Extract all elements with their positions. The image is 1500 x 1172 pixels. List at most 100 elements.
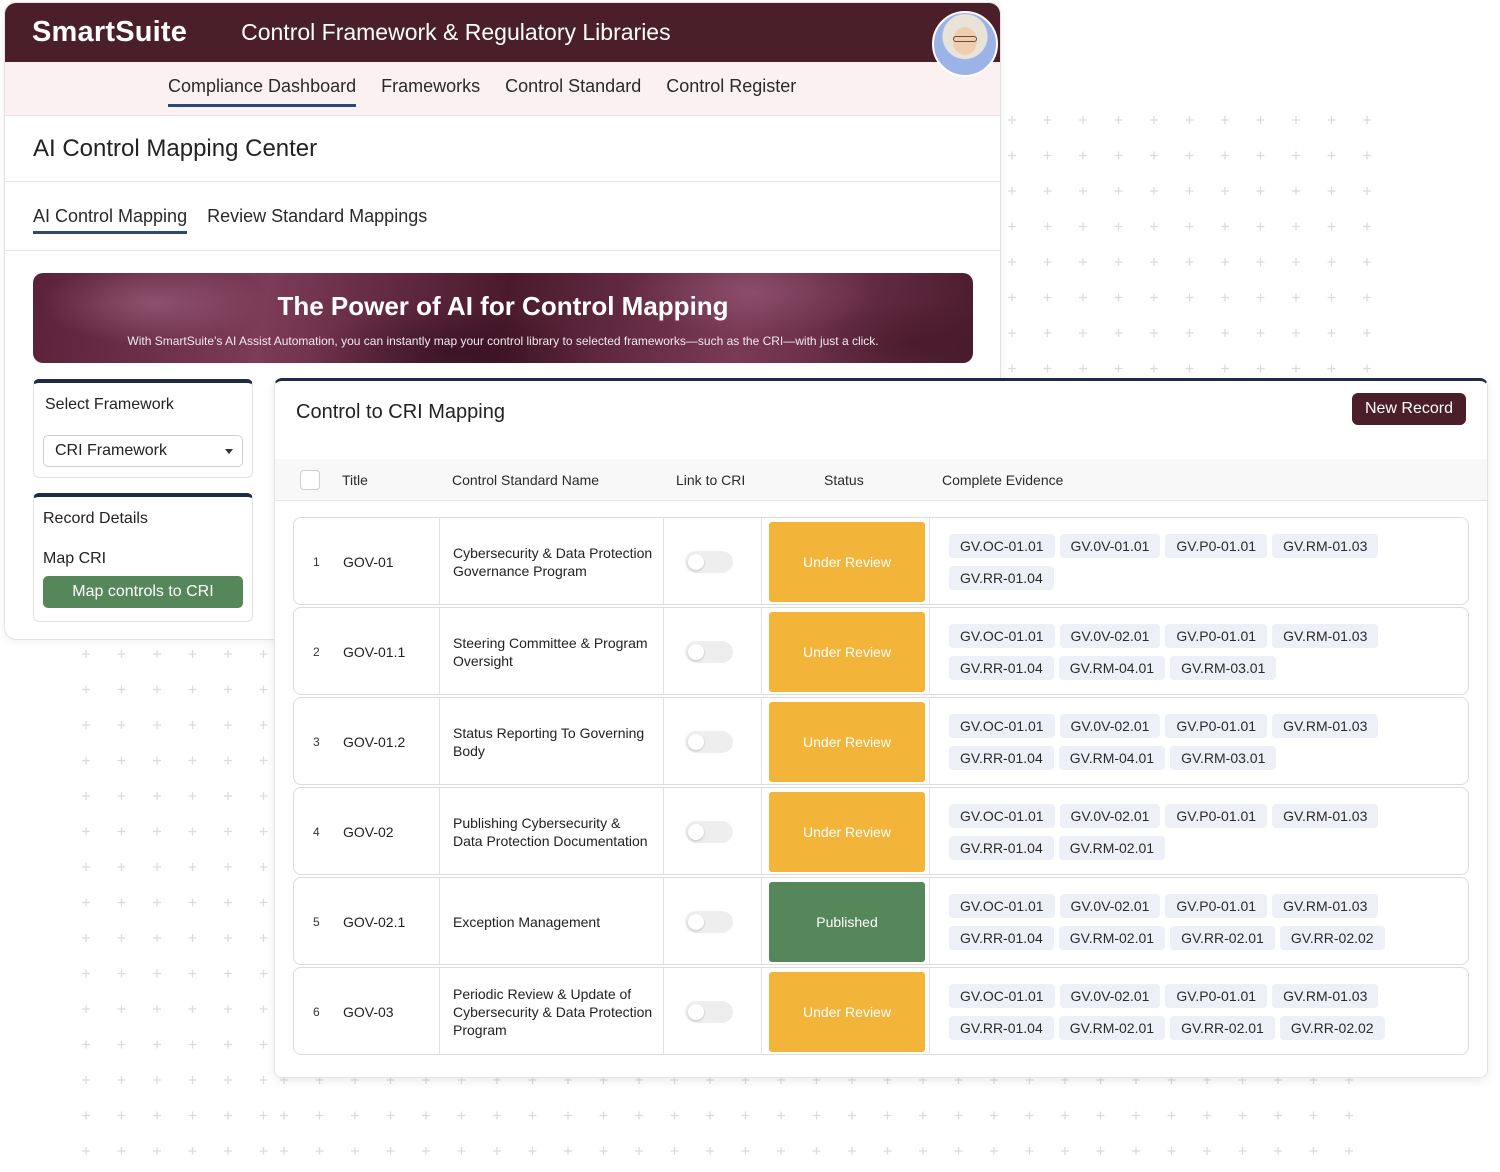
row-title[interactable]: GOV-02.1: [343, 914, 405, 930]
evidence-chip[interactable]: GV.RM-01.03: [1272, 894, 1379, 918]
evidence-chip[interactable]: GV.RM-04.01: [1058, 656, 1166, 680]
evidence-chip[interactable]: GV.OC-01.01: [949, 984, 1055, 1008]
evidence-chip[interactable]: GV.RM-01.03: [1272, 624, 1379, 648]
evidence-chip[interactable]: GV.P0-01.01: [1165, 804, 1268, 828]
evidence-chip[interactable]: GV.RM-01.03: [1272, 804, 1379, 828]
row-control-standard-name-text: Publishing Cybersecurity & Data Protecti…: [453, 815, 648, 849]
evidence-list: GV.OC-01.01 GV.0V-02.01 GV.P0-01.01 GV.RM-0…: [949, 714, 1454, 778]
link-to-cri-toggle[interactable]: [685, 731, 733, 753]
row-title[interactable]: GOV-01.1: [343, 644, 405, 660]
evidence-chip[interactable]: GV.P0-01.01: [1165, 714, 1268, 738]
evidence-chip[interactable]: GV.P0-01.01: [1165, 534, 1268, 558]
column-header-link-to-cri[interactable]: Link to CRI: [676, 472, 745, 488]
column-header-title[interactable]: Title: [342, 472, 368, 488]
nav-control-register[interactable]: Control Register: [666, 76, 796, 101]
link-to-cri-toggle[interactable]: [685, 551, 733, 573]
mapping-panel: Control to CRI Mapping New Record Title …: [274, 378, 1488, 1078]
status-badge[interactable]: Under Review: [769, 702, 925, 782]
column-header-complete-evidence[interactable]: Complete Evidence: [942, 472, 1063, 488]
evidence-chip[interactable]: GV.RR-01.04: [949, 746, 1054, 770]
evidence-chip[interactable]: GV.P0-01.01: [1165, 984, 1268, 1008]
tab-review-standard-mappings[interactable]: Review Standard Mappings: [207, 206, 427, 227]
evidence-chip[interactable]: GV.RR-01.04: [949, 836, 1054, 860]
status-badge[interactable]: Under Review: [769, 792, 925, 872]
link-to-cri-toggle[interactable]: [685, 911, 733, 933]
evidence-chip[interactable]: GV.RM-04.01: [1058, 746, 1166, 770]
evidence-chip[interactable]: GV.OC-01.01: [949, 714, 1055, 738]
table-row[interactable]: 5 GOV-02.1 Exception Management Publishe…: [293, 877, 1469, 965]
status-badge[interactable]: Under Review: [769, 522, 925, 602]
evidence-chip[interactable]: GV.RR-02.01: [1170, 1016, 1275, 1040]
row-title[interactable]: GOV-03: [343, 1004, 394, 1020]
main-nav: Compliance Dashboard Frameworks Control …: [5, 62, 1000, 116]
evidence-chip[interactable]: GV.RM-03.01: [1170, 746, 1277, 770]
column-header-control-standard-name[interactable]: Control Standard Name: [452, 472, 599, 488]
map-controls-button[interactable]: Map controls to CRI: [43, 576, 243, 608]
evidence-chip[interactable]: GV.RR-01.04: [949, 656, 1054, 680]
column-header-status[interactable]: Status: [824, 472, 864, 488]
table-row[interactable]: 2 GOV-01.1 Steering Committee & Program …: [293, 607, 1469, 695]
link-to-cri-toggle[interactable]: [685, 641, 733, 663]
link-to-cri-toggle[interactable]: [685, 1001, 733, 1023]
evidence-chip[interactable]: GV.P0-01.01: [1165, 894, 1268, 918]
user-avatar[interactable]: [932, 11, 998, 77]
nav-frameworks[interactable]: Frameworks: [381, 76, 480, 101]
tab-ai-control-mapping[interactable]: AI Control Mapping: [33, 206, 188, 234]
evidence-chip[interactable]: GV.0V-02.01: [1059, 624, 1161, 648]
row-title[interactable]: GOV-02: [343, 824, 394, 840]
status-badge[interactable]: Published: [769, 882, 925, 962]
evidence-chip[interactable]: GV.RM-01.03: [1272, 984, 1379, 1008]
status-badge[interactable]: Under Review: [769, 612, 925, 692]
evidence-chip[interactable]: GV.RM-01.03: [1272, 534, 1379, 558]
row-title[interactable]: GOV-01: [343, 554, 394, 570]
framework-select-value: CRI Framework: [55, 442, 168, 459]
smartsuite-logo[interactable]: SmartSuite: [32, 16, 187, 49]
evidence-chip[interactable]: GV.RR-02.02: [1279, 1016, 1385, 1040]
evidence-chip[interactable]: GV.RM-01.03: [1272, 714, 1379, 738]
evidence-chip[interactable]: GV.OC-01.01: [949, 624, 1055, 648]
row-number: 6: [313, 1005, 320, 1019]
select-all-checkbox[interactable]: [300, 470, 320, 490]
evidence-chip[interactable]: GV.RR-01.04: [949, 566, 1054, 590]
evidence-chip[interactable]: GV.RM-02.01: [1058, 836, 1166, 860]
map-cri-label: Map CRI: [43, 550, 107, 567]
row-control-standard-name-text: Cybersecurity & Data Protection Governan…: [453, 545, 653, 579]
row-control-standard-name-text: Periodic Review & Update of Cybersecurit…: [453, 986, 653, 1038]
evidence-chip[interactable]: GV.RR-01.04: [949, 1016, 1054, 1040]
evidence-chip[interactable]: GV.0V-01.01: [1059, 534, 1161, 558]
decorative-plus-pattern-bottom: [270, 1070, 1370, 1170]
evidence-chip[interactable]: GV.RM-02.01: [1058, 926, 1166, 950]
evidence-chip[interactable]: GV.OC-01.01: [949, 894, 1055, 918]
row-control-standard-name: Status Reporting To Governing Body: [453, 698, 653, 786]
row-control-standard-name-text: Status Reporting To Governing Body: [453, 725, 645, 759]
table-row[interactable]: 3 GOV-01.2 Status Reporting To Governing…: [293, 697, 1469, 785]
evidence-chip[interactable]: GV.RM-02.01: [1058, 1016, 1166, 1040]
nav-compliance-dashboard[interactable]: Compliance Dashboard: [168, 76, 357, 107]
evidence-chip[interactable]: GV.OC-01.01: [949, 804, 1055, 828]
ai-banner: The Power of AI for Control Mapping With…: [33, 273, 973, 363]
evidence-chip[interactable]: GV.0V-02.01: [1059, 804, 1161, 828]
table-row[interactable]: 1 GOV-01 Cybersecurity & Data Protection…: [293, 517, 1469, 605]
evidence-chip[interactable]: GV.P0-01.01: [1165, 624, 1268, 648]
table-row[interactable]: 6 GOV-03 Periodic Review & Update of Cyb…: [293, 967, 1469, 1055]
evidence-chip[interactable]: GV.RR-01.04: [949, 926, 1054, 950]
record-details-card: Record Details Map CRI Map controls to C…: [33, 493, 253, 622]
framework-select[interactable]: CRI Framework: [43, 435, 243, 467]
app-title: Control Framework & Regulatory Libraries: [241, 19, 671, 45]
evidence-chip[interactable]: GV.RR-02.02: [1279, 926, 1385, 950]
evidence-chip[interactable]: GV.OC-01.01: [949, 534, 1055, 558]
row-title[interactable]: GOV-01.2: [343, 734, 405, 750]
new-record-button[interactable]: New Record: [1351, 393, 1466, 425]
evidence-chip[interactable]: GV.RR-02.01: [1170, 926, 1275, 950]
evidence-chip[interactable]: GV.0V-02.01: [1059, 984, 1161, 1008]
link-to-cri-toggle[interactable]: [685, 821, 733, 843]
table-row[interactable]: 4 GOV-02 Publishing Cybersecurity & Data…: [293, 787, 1469, 875]
nav-control-standard[interactable]: Control Standard: [505, 76, 641, 101]
row-control-standard-name: Cybersecurity & Data Protection Governan…: [453, 518, 653, 606]
evidence-chip[interactable]: GV.0V-02.01: [1059, 894, 1161, 918]
status-badge[interactable]: Under Review: [769, 972, 925, 1052]
row-control-standard-name: Exception Management: [453, 878, 653, 966]
evidence-chip[interactable]: GV.RM-03.01: [1170, 656, 1277, 680]
top-bar: SmartSuite Control Framework & Regulator…: [5, 3, 1000, 77]
evidence-chip[interactable]: GV.0V-02.01: [1059, 714, 1161, 738]
